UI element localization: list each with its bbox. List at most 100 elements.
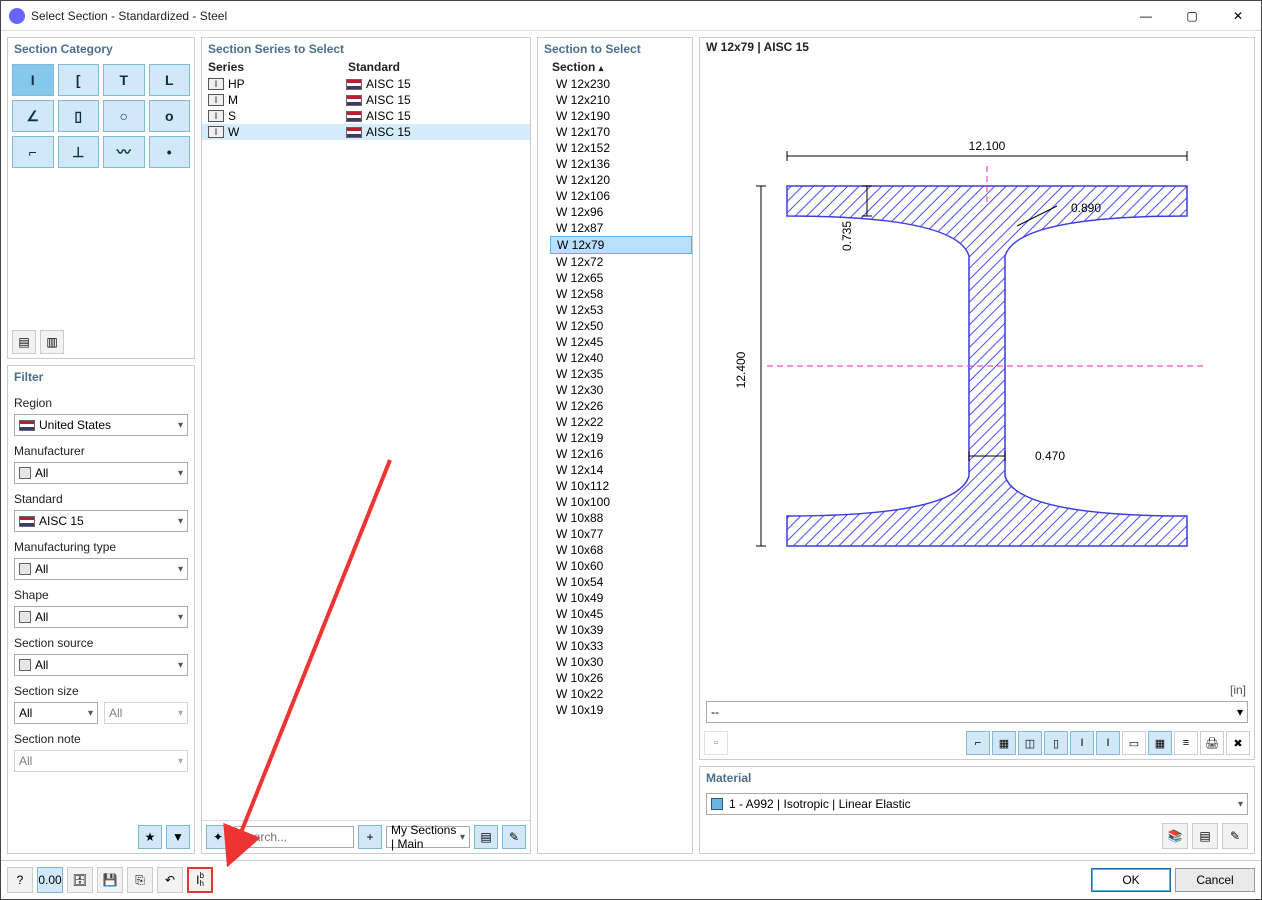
section-item[interactable]: W 12x152 [550, 140, 692, 156]
preview-print[interactable]: 🖨 [1200, 731, 1224, 755]
section-item[interactable]: W 12x40 [550, 350, 692, 366]
cancel-button[interactable]: Cancel [1175, 868, 1255, 892]
section-item[interactable]: W 10x33 [550, 638, 692, 654]
favorite-button[interactable]: ★ [138, 825, 162, 849]
size2-select[interactable]: All ▾ [104, 702, 188, 724]
section-item[interactable]: W 12x120 [550, 172, 692, 188]
section-item[interactable]: W 10x112 [550, 478, 692, 494]
category-rect-shape[interactable]: ▯ [58, 100, 100, 132]
section-item[interactable]: W 12x136 [550, 156, 692, 172]
section-item[interactable]: W 10x22 [550, 686, 692, 702]
shape-select[interactable]: All ▾ [14, 606, 188, 628]
add-section-button[interactable]: + [358, 825, 382, 849]
category-angle-shape[interactable]: ∠ [12, 100, 54, 132]
category-i-shape[interactable]: I [12, 64, 54, 96]
filter-toggle-button[interactable]: ▼ [166, 825, 190, 849]
series-row[interactable]: IWAISC 15 [202, 124, 530, 140]
category-misc-shape[interactable]: • [149, 136, 191, 168]
region-select[interactable]: United States ▾ [14, 414, 188, 436]
series-row[interactable]: IHPAISC 15 [202, 76, 530, 92]
series-list[interactable]: IHPAISC 15IMAISC 15ISAISC 15IWAISC 15 [202, 76, 530, 820]
preview-tool2[interactable]: ▦ [992, 731, 1016, 755]
section-item[interactable]: W 12x87 [550, 220, 692, 236]
category-bar-shape[interactable]: o [149, 100, 191, 132]
section-item[interactable]: W 12x16 [550, 446, 692, 462]
db-button[interactable]: 🗄 [67, 867, 93, 893]
section-item[interactable]: W 12x190 [550, 108, 692, 124]
section-item[interactable]: W 12x19 [550, 430, 692, 446]
section-item[interactable]: W 12x65 [550, 270, 692, 286]
section-item[interactable]: W 10x19 [550, 702, 692, 718]
size1-select[interactable]: All ▾ [14, 702, 98, 724]
preview-tool5[interactable]: I [1070, 731, 1094, 755]
section-item[interactable]: W 10x54 [550, 574, 692, 590]
minimize-button[interactable]: — [1123, 1, 1169, 31]
values-button[interactable]: 0.00 [37, 867, 63, 893]
search-input[interactable] [234, 826, 354, 848]
series-tool3-button[interactable]: ▤ [474, 825, 498, 849]
section-item[interactable]: W 10x30 [550, 654, 692, 670]
material-edit-button[interactable]: ✎ [1222, 823, 1248, 849]
section-item[interactable]: W 12x53 [550, 302, 692, 318]
series-tool4-button[interactable]: ✎ [502, 825, 526, 849]
section-list[interactable]: W 12x230W 12x210W 12x190W 12x170W 12x152… [538, 76, 692, 853]
category-c-shape[interactable]: [ [58, 64, 100, 96]
series-row[interactable]: ISAISC 15 [202, 108, 530, 124]
section-item[interactable]: W 12x22 [550, 414, 692, 430]
preview-tool10[interactable]: ✖ [1226, 731, 1250, 755]
category-hat-shape[interactable]: ⊥ [58, 136, 100, 168]
close-button[interactable]: ✕ [1215, 1, 1261, 31]
preview-tool7[interactable]: ▭ [1122, 731, 1146, 755]
section-item[interactable]: W 10x26 [550, 670, 692, 686]
series-tool1-button[interactable]: ✦ [206, 825, 230, 849]
section-item[interactable]: W 10x49 [550, 590, 692, 606]
category-z-shape[interactable]: ⌐ [12, 136, 54, 168]
section-item[interactable]: W 12x45 [550, 334, 692, 350]
maximize-button[interactable]: ▢ [1169, 1, 1215, 31]
note-select[interactable]: All ▾ [14, 750, 188, 772]
section-item[interactable]: W 12x106 [550, 188, 692, 204]
ok-button[interactable]: OK [1091, 868, 1171, 892]
series-row[interactable]: IMAISC 15 [202, 92, 530, 108]
category-view1-button[interactable]: ▤ [12, 330, 36, 354]
section-item[interactable]: W 12x14 [550, 462, 692, 478]
section-item[interactable]: W 12x210 [550, 92, 692, 108]
section-item[interactable]: W 12x72 [550, 254, 692, 270]
help-button[interactable]: ? [7, 867, 33, 893]
standard-select[interactable]: AISC 15 ▾ [14, 510, 188, 532]
material-select[interactable]: 1 - A992 | Isotropic | Linear Elastic ▾ [706, 793, 1248, 815]
stress-select[interactable]: -- ▾ [706, 701, 1248, 723]
preview-tool8[interactable]: ▦ [1148, 731, 1172, 755]
save-button[interactable]: 💾 [97, 867, 123, 893]
dimensions-button[interactable]: Ibh [187, 867, 213, 893]
section-item[interactable]: W 10x100 [550, 494, 692, 510]
section-item[interactable]: W 12x30 [550, 382, 692, 398]
preview-tool-left[interactable]: ▫ [704, 731, 728, 755]
section-item[interactable]: W 12x26 [550, 398, 692, 414]
section-item[interactable]: W 12x96 [550, 204, 692, 220]
section-item[interactable]: W 12x35 [550, 366, 692, 382]
category-t-shape[interactable]: T [103, 64, 145, 96]
manufacturer-select[interactable]: All ▾ [14, 462, 188, 484]
section-item[interactable]: W 12x58 [550, 286, 692, 302]
material-new-button[interactable]: ▤ [1192, 823, 1218, 849]
mtype-select[interactable]: All ▾ [14, 558, 188, 580]
preview-tool4[interactable]: ▯ [1044, 731, 1068, 755]
section-item[interactable]: W 10x68 [550, 542, 692, 558]
section-item[interactable]: W 12x79 [550, 236, 692, 254]
section-item[interactable]: W 10x88 [550, 510, 692, 526]
copy-button[interactable]: ⎘ [127, 867, 153, 893]
section-item[interactable]: W 10x77 [550, 526, 692, 542]
section-item[interactable]: W 10x60 [550, 558, 692, 574]
undo-button[interactable]: ↶ [157, 867, 183, 893]
preview-tool1[interactable]: ⌐ [966, 731, 990, 755]
preview-tool3[interactable]: ◫ [1018, 731, 1042, 755]
section-item[interactable]: W 12x50 [550, 318, 692, 334]
category-corr-shape[interactable]: 〰 [103, 136, 145, 168]
category-view2-button[interactable]: ▥ [40, 330, 64, 354]
preview-tool6[interactable]: I [1096, 731, 1120, 755]
category-l-shape[interactable]: L [149, 64, 191, 96]
category-pipe-shape[interactable]: ○ [103, 100, 145, 132]
section-item[interactable]: W 12x170 [550, 124, 692, 140]
material-lib-button[interactable]: 📚 [1162, 823, 1188, 849]
